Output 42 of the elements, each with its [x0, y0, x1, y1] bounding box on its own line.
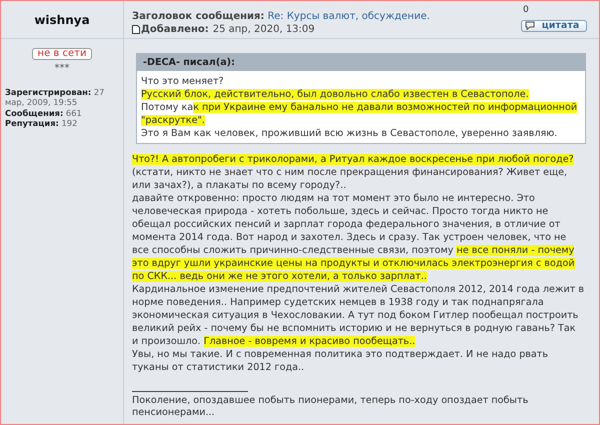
post-text: или зачах?), а плакаты по всему городу?..	[132, 180, 346, 191]
subject-link[interactable]: Re: Курсы валют, обсуждение.	[268, 11, 430, 22]
signature-text: Поколение, опоздавшее побыть пионерами, теперь по-ходу опоздает побыть	[132, 395, 530, 407]
post-text: Увы, но мы такие. И с повременная политика это подтверждает. И не надо рвать	[132, 349, 548, 360]
post-text: экономическая ситуация в Чехословакии. А тут под боком Гитлер пообещал построить	[132, 310, 578, 321]
post-text: туканы от статистики 2012 года..	[132, 362, 304, 373]
highlighted-text: к при Украине ему банально не давали возможностей по информационной	[193, 102, 578, 113]
subject-label: Заголовок сообщения:	[132, 11, 264, 22]
profile-detail: Сообщения: 661	[5, 108, 83, 118]
posted-label: Добавлено:	[141, 23, 209, 36]
post-text: момента 2014 года. Вот народ и захотел. Здесь и сразу. Так устроен человек, что не	[132, 232, 566, 243]
highlighted-text: Главное - вовремя и красиво пообещать..	[204, 336, 416, 347]
post-text: Кардинальное изменение предпочтений жителей Севастополя 2012, 2014 года лежит в	[132, 284, 584, 295]
highlighted-text: это вдруг ушли украинские цены на продукты и отключилась электроэнергия с водой	[132, 258, 575, 269]
post-text: Это я Вам как человек, проживший всю жизнь в Севастополе, уверенно заявляю.	[141, 128, 558, 139]
highlighted-text: Русский блок, действительно, был довольно слабо известен в Севастополе.	[141, 89, 529, 100]
highlighted-text: по СКК... ведь они же не этого хотели, а только зарплат..	[132, 271, 427, 282]
post-count: 0	[523, 4, 529, 17]
post-text: Что это меняет?	[141, 76, 224, 87]
quote-header: -DECA- писал(а):	[137, 54, 585, 71]
post-text: давайте откровенно: просто людям на тот момент это было не интересно. Это	[132, 193, 535, 204]
highlighted-text: "раскрутке".	[141, 115, 205, 126]
document-icon	[132, 25, 140, 34]
offline-button[interactable]: не в сети	[32, 48, 92, 60]
post-text: Потому ка	[141, 102, 194, 113]
quote-button[interactable]: цитата	[521, 20, 587, 32]
post-text: все способны сложить причинно-следственные связи, поэтому	[132, 245, 454, 256]
highlighted-text: не все поняли - почему	[456, 245, 574, 256]
profile-detail: Зарегистрирован: 27 мар, 2009, 19:55	[5, 86, 106, 108]
rank-stars: ***	[54, 64, 70, 74]
post-text: норме поведения.. Например судетских немцев в 1938 году и так поднапрягала	[132, 297, 544, 308]
post-text: обещал российских пенсий и зарплат города федерального значения, в отличие от	[132, 219, 560, 230]
post-text: (кстати, никто не знает что с ним после прекращения финансирования? Живет еще,	[132, 167, 568, 178]
highlighted-text: Что?! А автопробеги с триколорами, а Ритуал каждое воскресенье при любой погоде?	[132, 154, 574, 165]
signature-text: пенсионерами...	[132, 407, 216, 419]
profile-detail: Репутация: 192	[5, 118, 78, 128]
posted-date: 25 апр, 2020, 13:09	[212, 23, 315, 36]
post-text: великий рейх - почему бы не вспомнить историю и не вернуться в родную гавань? Так	[132, 323, 576, 334]
speech-bubble-icon	[525, 21, 535, 30]
post-text: и произошло.	[132, 336, 202, 347]
post-text: человеческая природа - хотеть побольше, здесь и сейчас. Просто тогда никто не	[132, 206, 548, 217]
author-name: wishnya	[34, 12, 90, 28]
